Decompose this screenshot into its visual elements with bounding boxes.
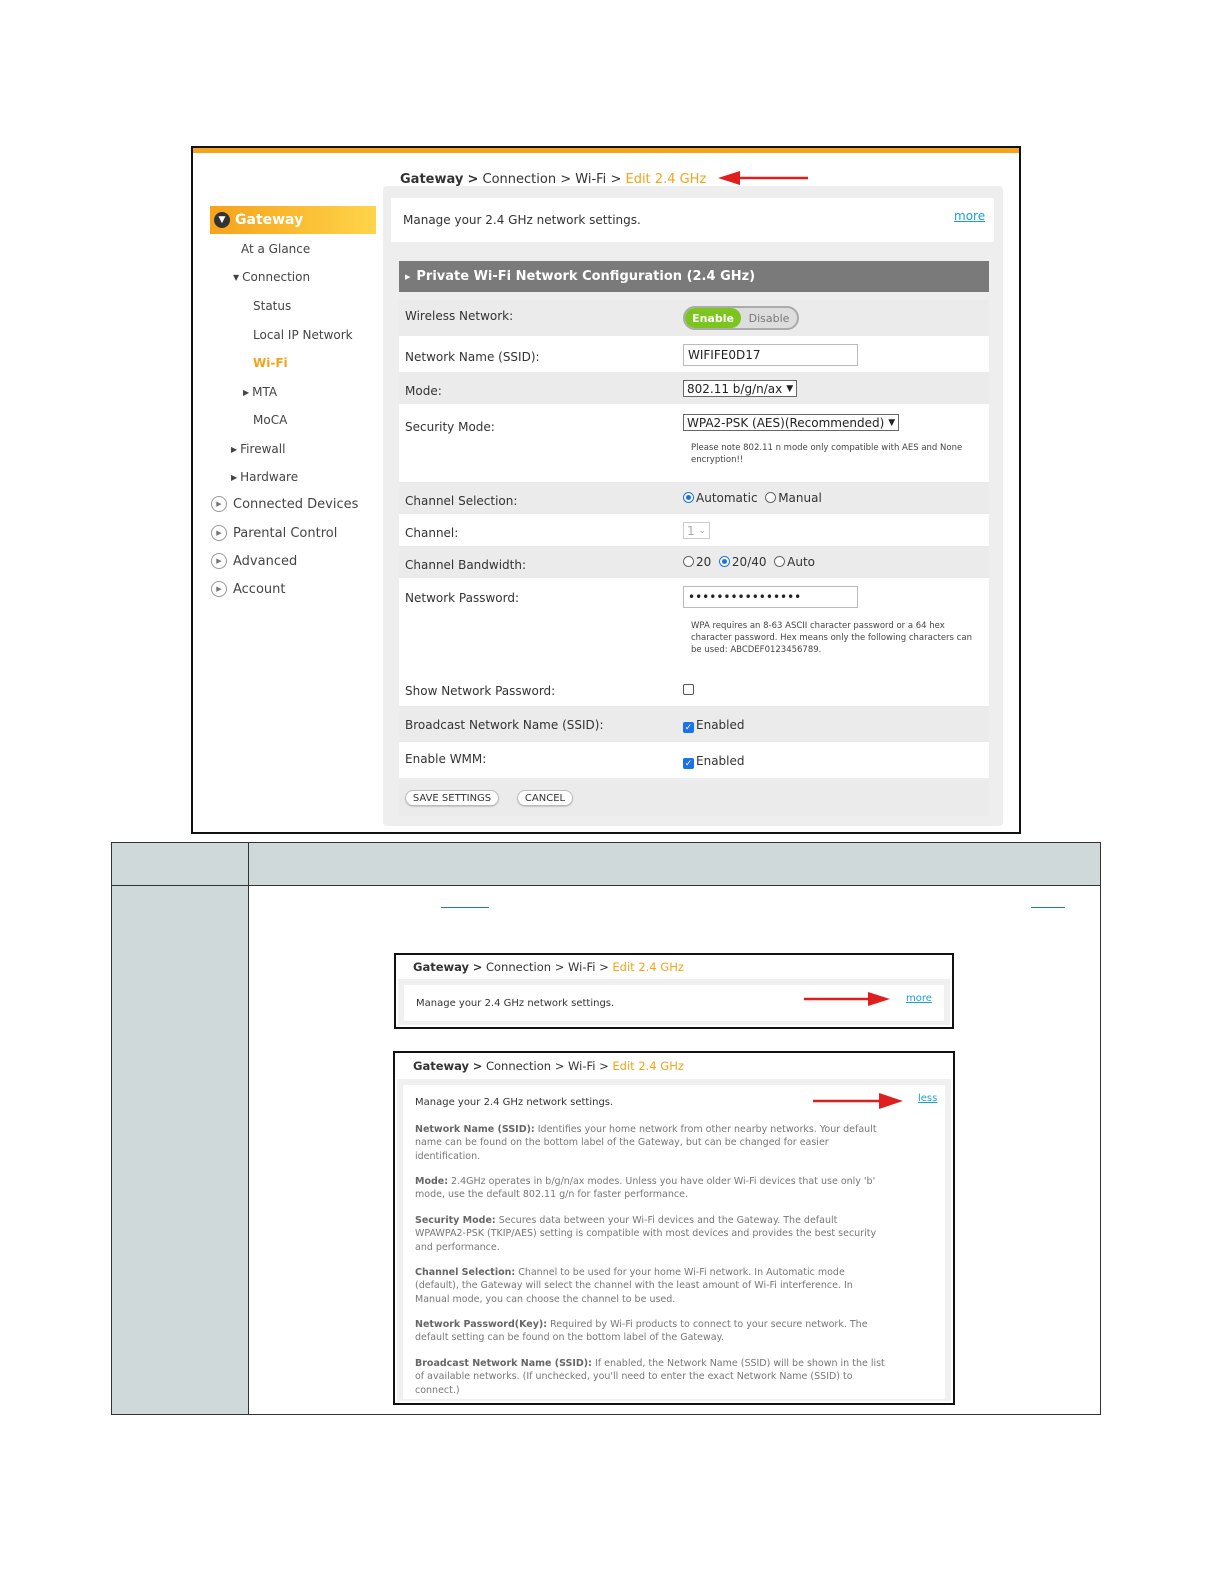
row-wireless: Wireless Network: Enable Disable [399,300,989,336]
enable-option[interactable]: Enable [685,308,741,328]
row-channel-selection: Channel Selection: Automatic Manual [399,482,989,514]
help-ssid: Network Name (SSID): Identifies your hom… [415,1124,877,1162]
security-note: Please note 802.11 n mode only compatibl… [691,443,963,465]
help-channel: Channel Selection: Channel to be used fo… [415,1267,853,1305]
sidebar-gateway[interactable]: ▼ Gateway [210,206,376,234]
more-screenshot: Gateway > Connection > Wi-Fi > Edit 2.4 … [394,953,954,1029]
sidebar-item-local-ip[interactable]: Local IP Network [253,328,353,342]
row-mode: Mode: 802.11 b/g/n/ax ▼ [399,372,989,404]
sidebar-advanced[interactable]: ▶ Advanced [211,553,297,569]
sidebar-item-mta[interactable]: ▶ MTA [243,385,277,399]
password-note: WPA requires an 8-63 ASCII character pas… [691,621,972,655]
chevron-down-icon: ▼ [214,212,230,228]
security-select[interactable]: WPA2-PSK (AES)(Recommended) ▼ [683,414,900,431]
triangle-right-icon: ▶ [231,473,238,482]
sidebar-parental-control[interactable]: ▶ Parental Control [211,525,337,541]
radio-bw-2040[interactable] [718,556,730,567]
help-security: Security Mode: Secures data between your… [415,1215,877,1253]
sidebar-item-at-a-glance[interactable]: At a Glance [241,242,310,256]
broadcast-checkbox[interactable]: ✓ [683,722,694,733]
chevron-down-icon: ▼ [786,383,794,394]
sidebar-connected-devices[interactable]: ▶ Connected Devices [211,496,358,512]
sidebar-item-wifi[interactable]: Wi-Fi [253,356,288,370]
breadcrumb: Gateway > Connection > Wi-Fi > Edit 2.4 … [413,1059,684,1073]
radio-manual[interactable] [765,492,777,503]
sidebar-item-moca[interactable]: MoCA [253,413,287,427]
triangle-right-icon: ▶ [243,388,250,397]
show-password-checkbox[interactable] [683,684,694,695]
breadcrumb: Gateway > Connection > Wi-Fi > Edit 2.4 … [413,960,684,974]
mode-select[interactable]: 802.11 b/g/n/ax ▼ [683,380,798,397]
radio-bw-20[interactable] [683,556,694,567]
channel-select[interactable]: 1 ⌄ [683,522,711,539]
row-security: Security Mode: WPA2-PSK (AES)(Recommende… [399,404,989,482]
manage-text: Manage your 2.4 GHz network settings. [416,998,615,1009]
table-left-column [112,886,248,1414]
sidebar-item-hardware[interactable]: ▶ Hardware [231,470,298,484]
triangle-right-icon: ▶ [231,445,238,454]
table-divider [248,843,249,1414]
help-password: Network Password(Key): Required by Wi-Fi… [415,1319,868,1344]
radio-bw-auto[interactable] [774,556,786,567]
red-arrow-icon [813,1093,903,1109]
less-link[interactable]: less [918,1093,937,1104]
more-link[interactable]: more [906,993,932,1004]
row-buttons: SAVE SETTINGS CANCEL [399,780,989,816]
row-wmm: Enable WMM: ✓ Enabled [399,742,989,778]
save-settings-button[interactable]: SAVE SETTINGS [405,790,499,806]
wireless-toggle[interactable]: Enable Disable [683,306,799,330]
table-header [112,843,1100,886]
chevron-down-icon: ▼ [888,417,896,428]
triangle-right-icon: ▶ [405,272,411,281]
accent-bar [193,148,1019,153]
disable-option[interactable]: Disable [741,308,797,328]
cancel-button[interactable]: CANCEL [517,790,573,806]
help-mode: Mode: 2.4GHz operates in b/g/n/ax modes.… [415,1176,876,1201]
row-ssid: Network Name (SSID): WIFIFE0D17 [399,336,989,372]
chevron-down-icon: ⌄ [698,525,707,536]
red-arrow-icon [718,171,808,185]
help-broadcast: Broadcast Network Name (SSID): If enable… [415,1358,885,1396]
password-input[interactable]: •••••••••••••••• [683,586,858,608]
play-circle-icon: ▶ [211,581,227,597]
play-circle-icon: ▶ [211,553,227,569]
sidebar-item-status[interactable]: Status [253,299,291,313]
breadcrumb: Gateway > Connection > Wi-Fi > Edit 2.4 … [400,172,707,187]
sidebar-account[interactable]: ▶ Account [211,581,286,597]
sidebar-item-firewall[interactable]: ▶ Firewall [231,442,285,456]
wmm-checkbox[interactable]: ✓ [683,758,694,769]
red-arrow-icon [804,992,890,1006]
ssid-input[interactable]: WIFIFE0D17 [683,344,858,366]
gateway-screenshot: Gateway > Connection > Wi-Fi > Edit 2.4 … [191,146,1021,834]
row-show-password: Show Network Password: [399,674,989,706]
triangle-down-icon: ▼ [233,273,240,282]
play-circle-icon: ▶ [211,496,227,512]
radio-automatic[interactable] [683,492,694,503]
link-underline [441,907,489,908]
row-password: Network Password: •••••••••••••••• WPA r… [399,578,989,674]
row-channel: Channel: 1 ⌄ [399,514,989,546]
manage-box: Manage your 2.4 GHz network settings. [391,198,994,242]
sidebar-item-connection[interactable]: ▼ Connection [233,270,310,284]
more-link[interactable]: more [954,209,985,223]
less-screenshot: Gateway > Connection > Wi-Fi > Edit 2.4 … [393,1051,955,1405]
manage-text: Manage your 2.4 GHz network settings. [415,1097,614,1108]
row-bandwidth: Channel Bandwidth: 20 20/40 Auto [399,546,989,578]
play-circle-icon: ▶ [211,525,227,541]
config-header[interactable]: ▶ Private Wi-Fi Network Configuration (2… [399,261,989,292]
row-broadcast: Broadcast Network Name (SSID): ✓ Enabled [399,706,989,742]
link-underline [1031,907,1065,908]
